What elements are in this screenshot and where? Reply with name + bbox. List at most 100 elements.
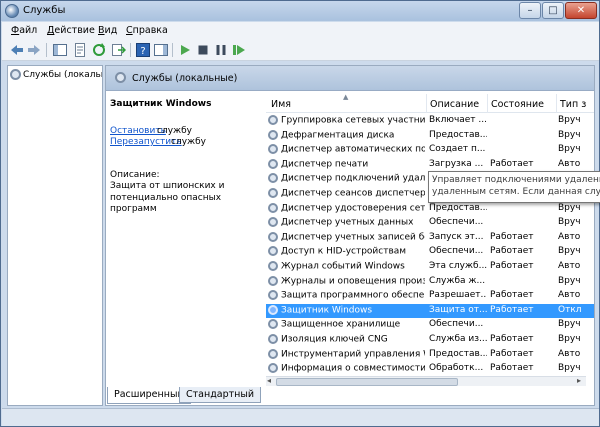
service-state-cell: Работает bbox=[490, 261, 534, 271]
close-button[interactable]: ✕ bbox=[565, 2, 597, 19]
service-gear-icon bbox=[268, 115, 278, 125]
scrollbar-thumb[interactable] bbox=[276, 378, 458, 386]
table-row[interactable]: Изоляция ключей CNG Служба из... Работает В… bbox=[266, 333, 594, 348]
service-name-cell: Защитник Windows bbox=[268, 304, 425, 316]
table-row[interactable]: Диспетчер автоматических подк... Создает … bbox=[266, 143, 594, 158]
start-icon[interactable] bbox=[177, 42, 193, 58]
service-name-cell: Информация о совместимости ... bbox=[268, 363, 425, 374]
table-row[interactable]: Диспетчер удостоверения сетев... Предоста… bbox=[266, 202, 594, 217]
help-icon[interactable]: ? bbox=[135, 42, 151, 58]
column-separator[interactable] bbox=[487, 94, 488, 113]
menu-action-label: ействие bbox=[54, 25, 95, 36]
service-gear-icon bbox=[268, 144, 278, 155]
menu-help[interactable]: Справка bbox=[126, 25, 168, 36]
scroll-right-icon[interactable]: ▸ bbox=[577, 376, 581, 385]
table-row[interactable]: Доступ к HID-устройствам Обеспечи... Работ… bbox=[266, 245, 594, 260]
table-row[interactable]: Журнал событий Windows Эта служб... Работа… bbox=[266, 260, 594, 275]
refresh-icon[interactable] bbox=[91, 42, 107, 58]
service-name: Диспетчер печати bbox=[281, 159, 369, 170]
service-state-cell: Работает bbox=[490, 246, 534, 257]
service-name: Дефрагментация диска bbox=[281, 130, 395, 141]
back-icon[interactable] bbox=[9, 42, 25, 58]
table-row[interactable]: Группировка сетевых участников Включает .… bbox=[266, 114, 594, 129]
service-gear-icon bbox=[268, 202, 278, 213]
stop-icon[interactable] bbox=[195, 42, 211, 58]
service-name-cell: Журнал событий Windows bbox=[268, 261, 425, 272]
column-header-name[interactable]: Имя bbox=[271, 99, 291, 110]
service-gear-icon bbox=[268, 304, 278, 315]
toolbar-separator bbox=[46, 43, 47, 57]
service-name: Защитник Windows bbox=[281, 305, 373, 316]
service-name-cell: Дефрагментация диска bbox=[268, 129, 425, 141]
pause-icon[interactable] bbox=[213, 42, 229, 58]
service-desc-cell: Создает п... bbox=[429, 144, 486, 155]
svg-text:?: ? bbox=[140, 46, 145, 57]
table-row[interactable]: Информация о совместимости ... Обработк..… bbox=[266, 362, 594, 377]
services-gear-icon bbox=[115, 72, 126, 83]
service-name-cell: Диспетчер подключений удален... bbox=[268, 173, 425, 184]
table-row[interactable]: Журналы и оповещения произв... Служба ж..… bbox=[266, 275, 594, 290]
service-desc-cell: Запуск эт... bbox=[429, 231, 484, 242]
service-state-cell: Работает bbox=[490, 290, 534, 301]
export-icon[interactable] bbox=[110, 42, 126, 58]
column-separator[interactable] bbox=[426, 94, 427, 113]
service-gear-icon bbox=[268, 246, 278, 257]
service-name: Журналы и оповещения произв... bbox=[281, 276, 425, 287]
maximize-button[interactable]: □ bbox=[542, 2, 564, 19]
service-gear-icon bbox=[268, 158, 278, 169]
restart-icon[interactable] bbox=[231, 42, 247, 58]
table-row[interactable]: Защищенное хранилище Обеспечи... Вруч bbox=[266, 318, 594, 333]
menu-action[interactable]: Действие bbox=[47, 25, 95, 36]
services-app-icon[interactable] bbox=[5, 4, 19, 18]
table-row[interactable]: Диспетчер учетных данных Обеспечи... Вруч bbox=[266, 216, 594, 231]
service-name: Инструментарий управления Wi... bbox=[281, 349, 425, 360]
toolbar: ? bbox=[2, 39, 599, 61]
service-desc-cell: Эта служб... bbox=[429, 261, 487, 271]
services-pane: Службы (локальные) Защитник Windows Оста… bbox=[105, 65, 595, 406]
service-name: Доступ к HID-устройствам bbox=[281, 246, 407, 257]
console-tree-icon[interactable] bbox=[52, 42, 68, 58]
table-row[interactable]: Защитник Windows Защита от... Работает Откл bbox=[266, 303, 594, 319]
column-header-state[interactable]: Состояние bbox=[491, 99, 544, 110]
menu-view[interactable]: Вид bbox=[98, 25, 117, 36]
service-name: Изоляция ключей CNG bbox=[281, 334, 388, 345]
service-name-cell: Доступ к HID-устройствам bbox=[268, 246, 425, 257]
tab-standard[interactable]: Стандартный bbox=[179, 387, 262, 403]
service-desc-cell: Предостав... bbox=[429, 129, 487, 140]
service-state-cell: Работает bbox=[490, 363, 534, 374]
service-name: Диспетчер сеансов диспетчера ... bbox=[281, 188, 425, 199]
service-state-cell: Работает bbox=[490, 304, 534, 315]
tree-item-label: Службы (локальны bbox=[23, 70, 102, 80]
service-gear-icon bbox=[268, 348, 278, 359]
menu-file[interactable]: Файл bbox=[11, 25, 37, 36]
minimize-button[interactable]: – bbox=[519, 2, 541, 19]
service-gear-icon bbox=[268, 275, 278, 286]
service-desc-cell: Обработк... bbox=[429, 363, 484, 374]
service-name-cell: Диспетчер учетных записей без... bbox=[268, 231, 425, 242]
service-name: Журнал событий Windows bbox=[281, 261, 405, 272]
service-name-cell: Группировка сетевых участников bbox=[268, 115, 425, 126]
forward-icon[interactable] bbox=[26, 42, 42, 58]
toolbar-separator bbox=[172, 43, 173, 57]
service-name: Защищенное хранилище bbox=[281, 319, 401, 330]
table-row[interactable]: Диспетчер учетных записей без... Запуск э… bbox=[266, 231, 594, 246]
horizontal-scrollbar[interactable]: ◂ ▸ bbox=[266, 376, 586, 386]
description-tooltip: Управляет подключениями удаленного д уда… bbox=[428, 171, 600, 203]
table-row[interactable]: Защита программного обеспеч... Разрешает.… bbox=[266, 289, 594, 304]
service-name: Диспетчер учетных данных bbox=[281, 217, 414, 228]
service-type-cell: Вруч bbox=[558, 202, 581, 213]
table-row[interactable]: Дефрагментация диска Предостав... Вруч bbox=[266, 129, 594, 144]
service-type-cell: Вруч bbox=[558, 319, 581, 330]
column-separator[interactable] bbox=[556, 94, 557, 113]
table-row[interactable]: Инструментарий управления Wi... Предостав… bbox=[266, 348, 594, 363]
column-header-startup-type[interactable]: Тип з bbox=[560, 99, 586, 110]
scroll-left-icon[interactable]: ◂ bbox=[267, 376, 271, 385]
action-pane-icon[interactable] bbox=[153, 42, 169, 58]
menu-bar: Файл Действие Вид Справка bbox=[2, 22, 599, 39]
tree-item-services-local[interactable]: Службы (локальны bbox=[10, 69, 102, 83]
tooltip-line-2: удаленным сетям. Если данная служба от bbox=[432, 187, 600, 197]
table-header: ▲ Имя Описание Состояние Тип з bbox=[266, 94, 594, 113]
column-header-description[interactable]: Описание bbox=[430, 99, 479, 110]
service-name: Диспетчер подключений удален... bbox=[281, 173, 425, 184]
properties-icon[interactable] bbox=[72, 42, 88, 58]
